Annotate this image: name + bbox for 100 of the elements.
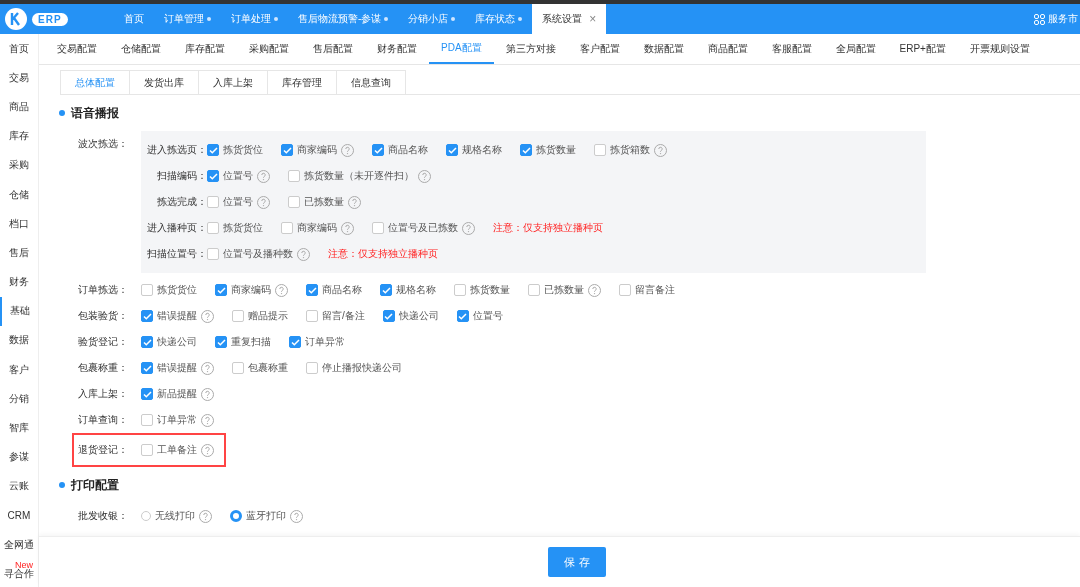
- row-label: 订单拣选：: [77, 283, 129, 297]
- checkbox[interactable]: [446, 144, 458, 156]
- checkbox[interactable]: [141, 388, 153, 400]
- sidebar-item[interactable]: 寻合作 New: [0, 559, 38, 587]
- checkbox[interactable]: [288, 170, 300, 182]
- option-label: 商家编码: [297, 143, 337, 157]
- checkbox[interactable]: [306, 362, 318, 374]
- checkbox[interactable]: [215, 284, 227, 296]
- option-label: 工单备注: [157, 443, 197, 457]
- checkbox[interactable]: [207, 170, 219, 182]
- checkbox[interactable]: [372, 144, 384, 156]
- checkbox[interactable]: [306, 310, 318, 322]
- sidebar-item[interactable]: 智库: [0, 413, 38, 443]
- help-icon[interactable]: [418, 169, 431, 183]
- checkbox[interactable]: [141, 444, 153, 456]
- checkbox[interactable]: [281, 222, 293, 234]
- checkbox[interactable]: [306, 284, 318, 296]
- help-icon[interactable]: [201, 309, 214, 323]
- sidebar-item[interactable]: 参谋: [0, 442, 38, 472]
- checkbox[interactable]: [141, 414, 153, 426]
- help-icon[interactable]: [201, 387, 214, 401]
- help-icon[interactable]: [341, 221, 354, 235]
- config-tab[interactable]: 库存配置: [173, 34, 237, 64]
- sidebar-item[interactable]: 仓储: [0, 179, 38, 210]
- sidebar-item[interactable]: 客户: [0, 355, 38, 385]
- sub-tab[interactable]: 信息查询: [336, 70, 406, 94]
- checkbox[interactable]: [520, 144, 532, 156]
- config-tab[interactable]: 仓储配置: [109, 34, 173, 64]
- checkbox[interactable]: [141, 336, 153, 348]
- checkbox[interactable]: [207, 248, 219, 260]
- dot-icon: [384, 17, 389, 21]
- warning-note: 注意：仅支持独立播种页: [328, 247, 438, 261]
- help-icon[interactable]: [201, 443, 214, 457]
- sidebar-item[interactable]: 全网通: [0, 530, 38, 560]
- checkbox[interactable]: [528, 284, 540, 296]
- config-tab[interactable]: 采购配置: [237, 34, 301, 64]
- config-tab[interactable]: 第三方对接: [493, 34, 568, 64]
- help-icon[interactable]: [654, 143, 667, 157]
- radio-button[interactable]: [230, 510, 242, 522]
- config-tab[interactable]: 全局配置: [823, 34, 888, 64]
- sidebar-item[interactable]: 档口: [0, 209, 38, 239]
- option-label: 规格名称: [462, 143, 502, 157]
- checkbox[interactable]: [288, 196, 300, 208]
- nav-tab[interactable]: 系统设置 ×: [532, 4, 607, 34]
- config-tab[interactable]: 客户配置: [567, 34, 632, 64]
- sidebar-item[interactable]: 首页: [0, 34, 38, 64]
- config-tab[interactable]: 客服配置: [759, 34, 824, 64]
- help-icon[interactable]: [199, 509, 212, 523]
- checkbox[interactable]: [456, 310, 469, 322]
- sidebar-item[interactable]: 财务: [0, 267, 38, 297]
- sidebar-item[interactable]: 商品: [0, 92, 38, 122]
- help-icon[interactable]: [201, 413, 214, 427]
- sidebar-item[interactable]: CRM: [0, 501, 38, 531]
- help-icon[interactable]: [275, 283, 288, 297]
- checkbox[interactable]: [619, 284, 631, 296]
- row-label: 退货登记：: [77, 443, 129, 457]
- config-tab[interactable]: 售后配置: [301, 34, 365, 64]
- checkbox[interactable]: [372, 222, 384, 234]
- checkbox[interactable]: [281, 144, 293, 156]
- help-icon[interactable]: [257, 195, 270, 209]
- sidebar-item[interactable]: 基础: [0, 296, 38, 326]
- config-tab[interactable]: 交易配置: [45, 34, 109, 64]
- config-tab[interactable]: 商品配置: [695, 34, 760, 64]
- radio-button[interactable]: [141, 511, 151, 521]
- checkbox[interactable]: [141, 284, 153, 296]
- option-label: 拣货箱数: [610, 143, 650, 157]
- sidebar-item[interactable]: 分销: [0, 384, 38, 414]
- dot-icon: [518, 17, 523, 21]
- checkbox[interactable]: [141, 310, 153, 322]
- checkbox[interactable]: [215, 336, 227, 348]
- config-tab[interactable]: ERP+配置: [887, 34, 958, 64]
- checkbox[interactable]: [289, 336, 301, 348]
- sidebar-item[interactable]: 库存: [0, 121, 38, 151]
- help-icon[interactable]: [341, 143, 354, 157]
- checkbox[interactable]: [207, 196, 219, 208]
- checkbox[interactable]: [141, 362, 153, 374]
- checkbox[interactable]: [232, 362, 244, 374]
- config-tab[interactable]: 财务配置: [365, 34, 429, 64]
- help-icon[interactable]: [290, 509, 303, 523]
- checkbox[interactable]: [207, 222, 219, 234]
- sidebar-item[interactable]: 采购: [0, 150, 38, 180]
- checkbox[interactable]: [380, 284, 392, 296]
- sidebar-item[interactable]: 售后: [0, 238, 38, 268]
- help-icon[interactable]: [588, 283, 601, 297]
- help-icon[interactable]: [297, 247, 310, 261]
- sidebar-item[interactable]: 数据: [0, 325, 38, 356]
- help-icon[interactable]: [257, 169, 270, 183]
- close-icon[interactable]: ×: [589, 12, 597, 26]
- config-tab[interactable]: 数据配置: [631, 34, 696, 64]
- checkbox[interactable]: [382, 310, 395, 322]
- sidebar-item[interactable]: 交易: [0, 63, 38, 93]
- help-icon[interactable]: [348, 195, 361, 209]
- help-icon[interactable]: [462, 221, 475, 235]
- sidebar-item[interactable]: 云账: [0, 471, 38, 501]
- checkbox[interactable]: [594, 144, 606, 156]
- config-tab[interactable]: 开票规则设置: [957, 34, 1042, 64]
- checkbox[interactable]: [454, 284, 466, 296]
- help-icon[interactable]: [201, 361, 214, 375]
- checkbox[interactable]: [207, 144, 219, 156]
- checkbox[interactable]: [232, 310, 244, 322]
